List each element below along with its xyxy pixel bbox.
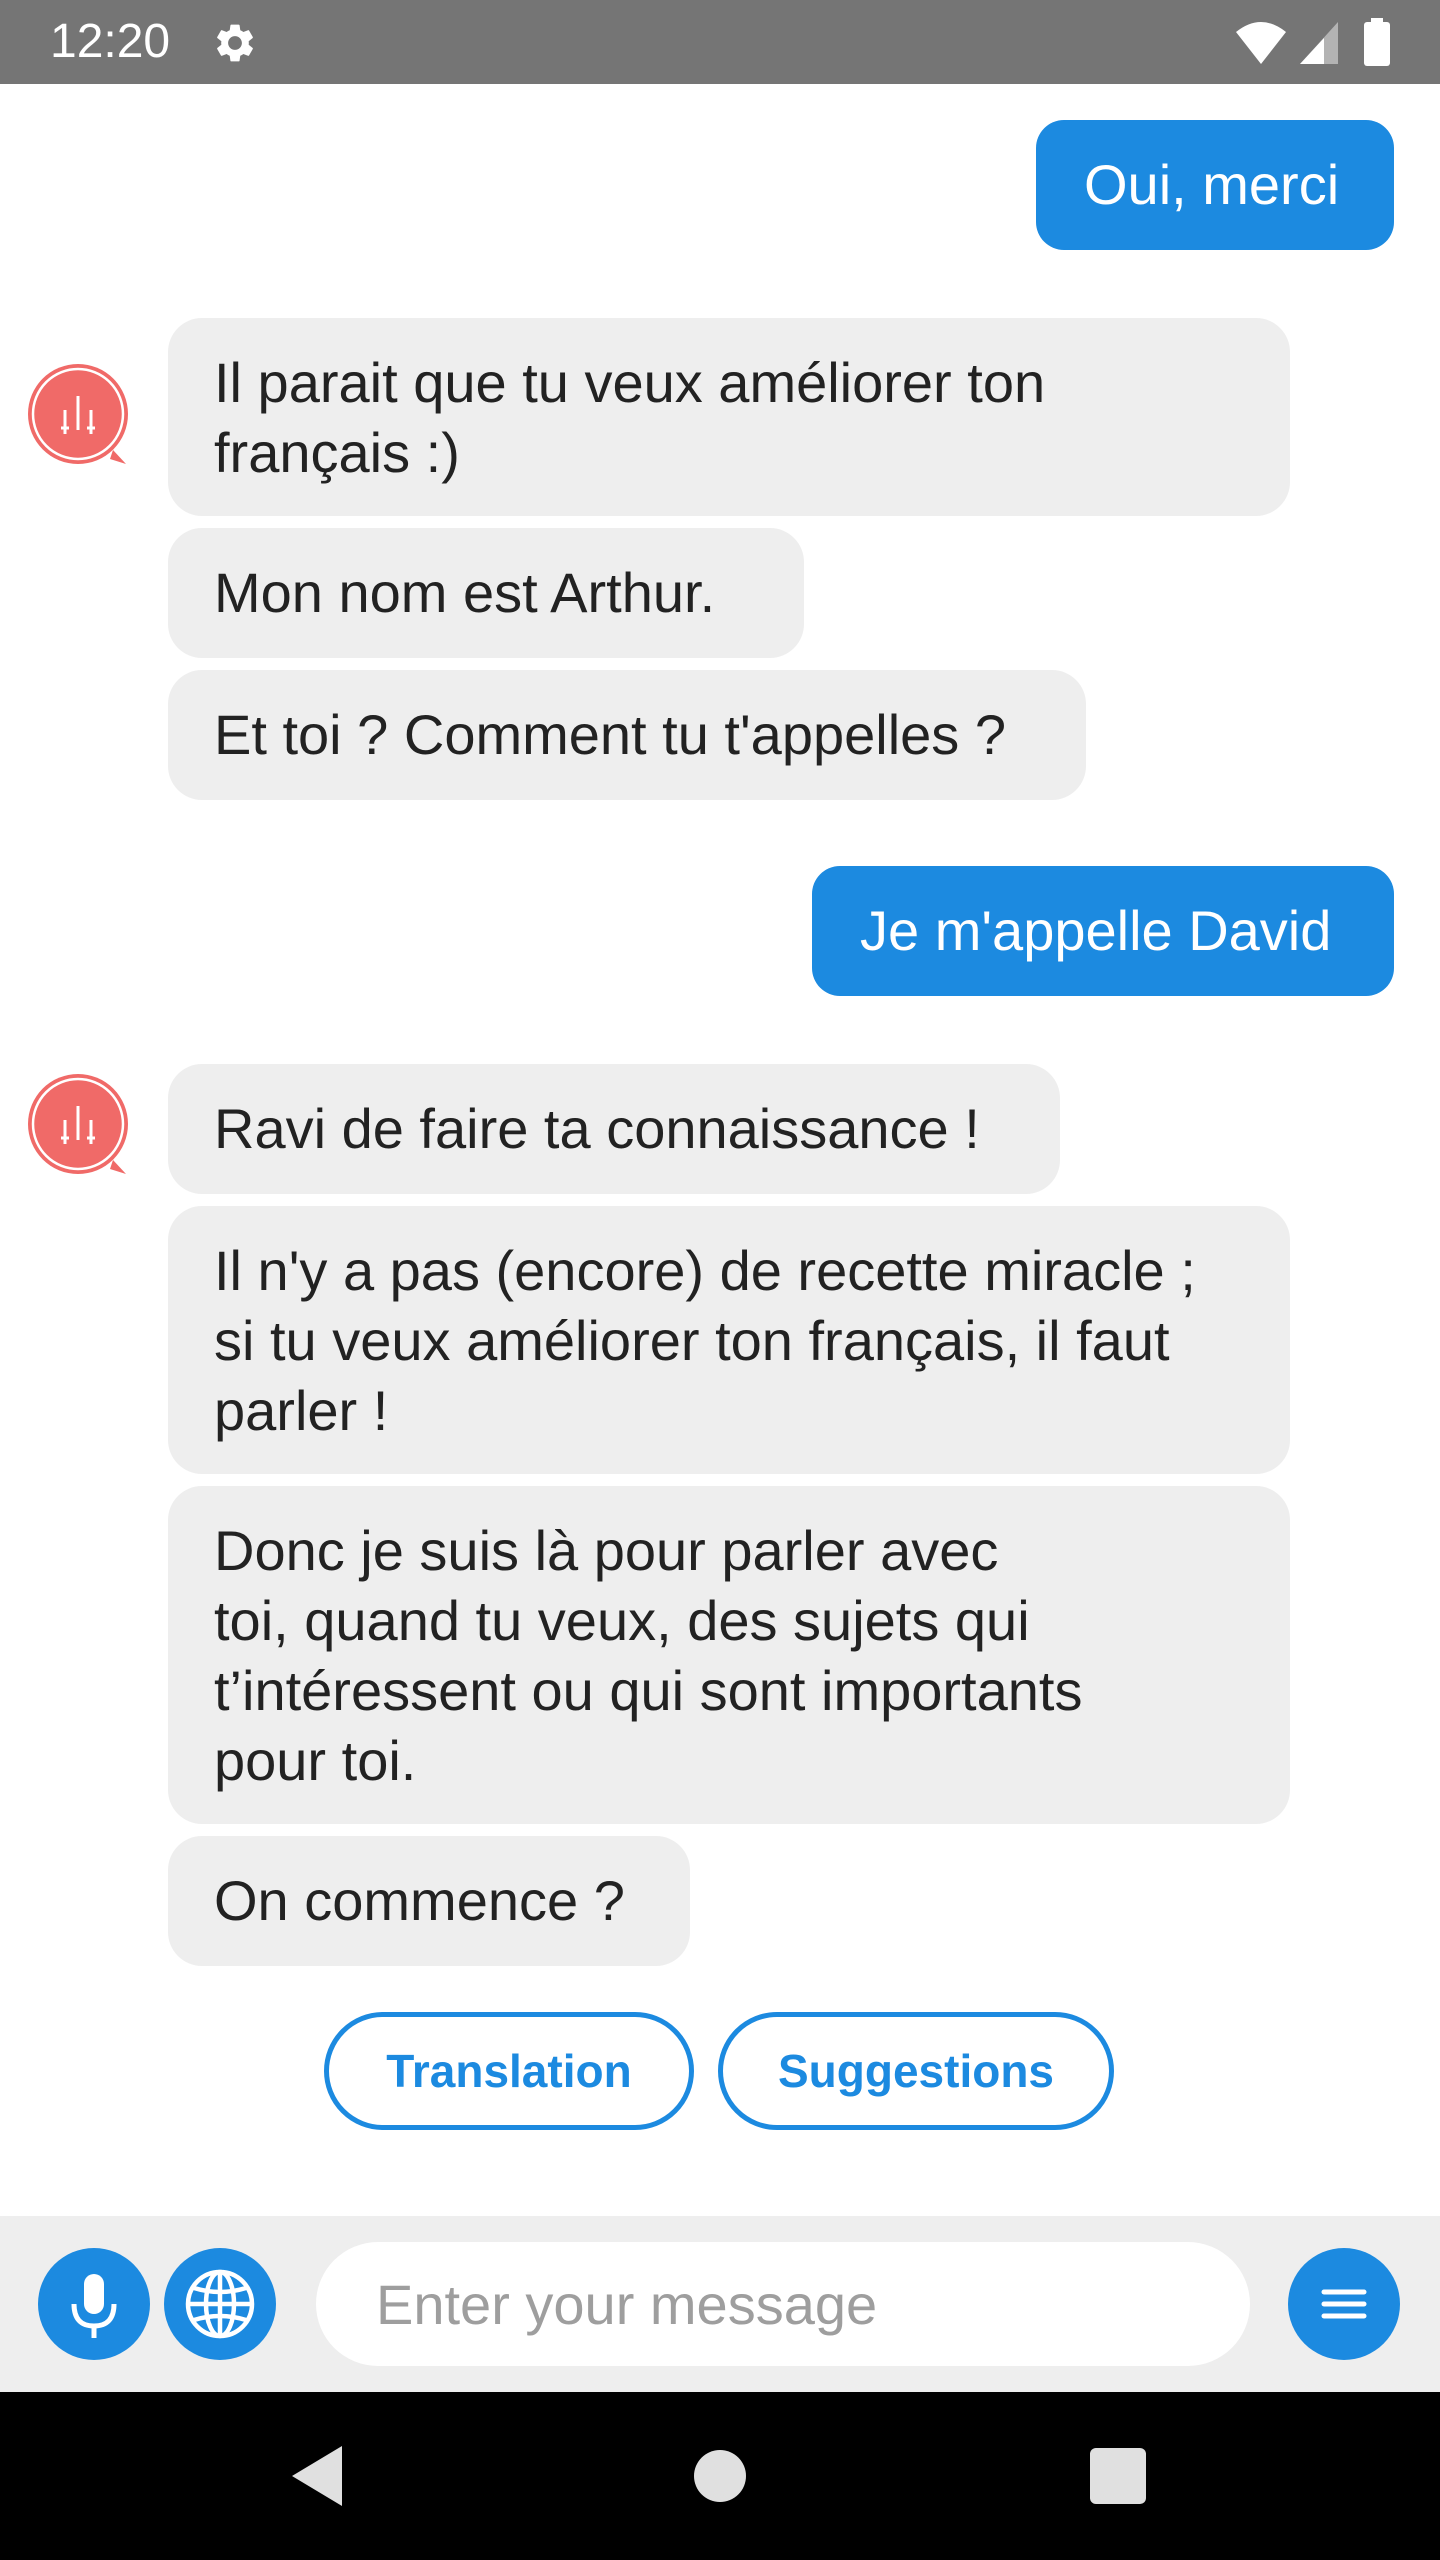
language-button[interactable] xyxy=(164,2248,276,2360)
user-message: Oui, merci xyxy=(1036,120,1394,250)
menu-button[interactable] xyxy=(1288,2248,1400,2360)
signal-icon xyxy=(1299,22,1338,64)
bot-message: Donc je suis là pour parler avec toi, qu… xyxy=(168,1486,1290,1824)
translation-button[interactable]: Translation xyxy=(324,2012,694,2130)
message-input[interactable] xyxy=(316,2242,1250,2366)
bot-message: Ravi de faire ta connaissance ! xyxy=(168,1064,1060,1194)
bot-message: On commence ? xyxy=(168,1836,690,1966)
suggestions-button[interactable]: Suggestions xyxy=(718,2012,1114,2130)
bot-message: Il n'y a pas (encore) de recette miracle… xyxy=(168,1206,1290,1474)
user-message: Je m'appelle David xyxy=(812,866,1394,996)
wifi-icon xyxy=(1236,22,1287,64)
settings-icon xyxy=(217,24,253,62)
microphone-button[interactable] xyxy=(38,2248,150,2360)
input-bar xyxy=(0,2216,1440,2392)
globe-icon xyxy=(185,2269,255,2339)
bot-message: Il parait que tu veux améliorer ton fran… xyxy=(168,318,1290,516)
bot-message: Mon nom est Arthur. xyxy=(168,528,804,658)
navigation-bar xyxy=(0,2392,1440,2560)
menu-icon xyxy=(1321,2289,1367,2319)
back-icon[interactable] xyxy=(276,2436,356,2516)
chat-thread[interactable]: Oui, merci Il parait que tu veux amélior… xyxy=(0,84,1440,2216)
bot-avatar-icon xyxy=(28,1074,128,1174)
status-icons xyxy=(1235,18,1392,66)
status-time: 12:20 xyxy=(50,15,171,68)
battery-icon xyxy=(1364,18,1390,66)
bot-avatar-icon xyxy=(28,364,128,464)
status-bar: 12:20 xyxy=(0,0,1440,84)
bot-message: Et toi ? Comment tu t'appelles ? xyxy=(168,670,1086,800)
recents-icon[interactable] xyxy=(1078,2436,1158,2516)
home-icon[interactable] xyxy=(680,2436,760,2516)
microphone-icon xyxy=(71,2274,117,2338)
